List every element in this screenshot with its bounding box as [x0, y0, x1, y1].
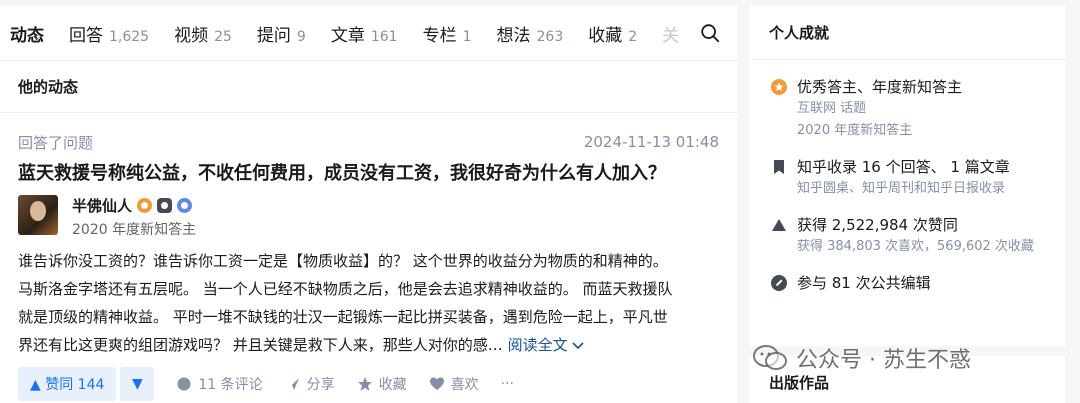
comment-icon: [177, 377, 191, 391]
tab-label: 想法: [496, 25, 531, 46]
achievement-main: 获得 2,522,984 次赞同: [797, 216, 958, 234]
share-label: 分享: [306, 377, 335, 393]
achievement-body: 获得 2,522,984 次赞同 获得 384,803 次喜欢，569,602 …: [797, 214, 1059, 258]
achievements-list: 优秀答主、年度新知答主 互联网 话题 2020 年度新知答主 知乎收录 16 个…: [749, 76, 1065, 294]
excerpt-last-line: 界还有比这更爽的组团游戏吗？ 并且关键是救下人来，那些人对你的感… 阅读全文: [18, 331, 723, 359]
excerpt-line: 就是顶级的精神收益。 平时一堆不缺钱的壮汉一起锻炼一起比拼买装备，遇到危险一起上…: [18, 308, 668, 326]
tab-label: 视频: [174, 25, 209, 46]
achievement-body: 知乎收录 16 个回答、 1 篇文章 知乎圆桌、知乎周刊和知乎日报收录: [797, 156, 1059, 200]
feed-action: 回答了问题: [18, 133, 94, 152]
tab-collections[interactable]: 收藏 2: [588, 21, 637, 46]
collect-label: 收藏: [378, 377, 407, 393]
achievement-main: 参与 81 次公共编辑: [797, 274, 931, 292]
heart-icon: [429, 377, 444, 390]
main-panel: 动态 回答 1,625 视频 25 提问 9 文章 161 专栏 1 想法 263 收藏 2 …: [0, 6, 737, 403]
share-button[interactable]: 分享: [285, 374, 335, 394]
shield-badge-icon[interactable]: [157, 197, 173, 213]
share-icon: [286, 378, 299, 390]
answer-excerpt[interactable]: 谁告诉你没工资的？谁告诉你工资一定是【物质收益】的？ 这个世界的收益分为物质的和…: [18, 247, 723, 359]
excerpt-line: 界还有比这更爽的组团游戏吗？ 并且关键是救下人来，那些人对你的感…: [18, 336, 503, 354]
feed-item: 回答了问题 2024-11-13 01:48 蓝天救援号称纯公益，不收任何费用，…: [0, 131, 737, 401]
tab-label: 提问: [256, 25, 291, 46]
tab-label: 动态: [10, 25, 44, 46]
achievement-main: 优秀答主、年度新知答主: [797, 78, 963, 96]
excellent-answerer-icon: [771, 79, 787, 95]
achievement-topic-link[interactable]: 互联网 话题: [797, 98, 1059, 120]
edit-icon: [771, 275, 787, 291]
like-button[interactable]: 喜欢: [429, 374, 479, 394]
achievement-item: 获得 2,522,984 次赞同 获得 384,803 次喜欢，569,602 …: [771, 214, 1065, 258]
verified-badge-icon[interactable]: [177, 197, 193, 213]
watermark: 公众号 · 苏生不惑: [752, 342, 971, 374]
tab-count: 2: [628, 28, 638, 45]
comments-button[interactable]: 11 条评论: [176, 374, 263, 394]
avatar[interactable]: [18, 195, 58, 235]
tab-label: 收藏: [588, 25, 623, 46]
search-icon[interactable]: [699, 22, 721, 44]
achievement-item: 优秀答主、年度新知答主 互联网 话题 2020 年度新知答主: [771, 76, 1065, 142]
tab-count: 9: [296, 28, 306, 45]
collect-button[interactable]: 收藏: [357, 374, 407, 394]
bookmark-icon: [774, 160, 784, 174]
tab-label: 关: [662, 25, 680, 46]
profile-tabs: 动态 回答 1,625 视频 25 提问 9 文章 161 专栏 1 想法 263 收藏 2 …: [0, 6, 737, 61]
wechat-icon: [753, 345, 787, 370]
achievement-sub: 获得 384,803 次喜欢，569,602 次收藏: [797, 239, 1034, 254]
achievement-body: 参与 81 次公共编辑: [797, 272, 1059, 294]
tab-thoughts[interactable]: 想法 263: [497, 21, 564, 46]
tab-videos[interactable]: 视频 25: [174, 21, 232, 46]
feed-time: 2024-11-13 01:48: [583, 133, 719, 151]
author-tag: 2020 年度新知答主: [72, 222, 197, 238]
tab-questions[interactable]: 提问 9: [257, 21, 306, 46]
upvote-button[interactable]: ▲ 赞同 144: [18, 367, 117, 401]
tab-activity[interactable]: 动态: [10, 21, 44, 46]
tab-columns[interactable]: 专栏 1: [423, 21, 472, 46]
author-name[interactable]: 半佛仙人: [72, 195, 132, 216]
achievements-card: 个人成就 优秀答主、年度新知答主 互联网 话题 2020 年度新知答主 知乎收录…: [749, 6, 1065, 346]
tab-articles[interactable]: 文章 161: [331, 21, 398, 46]
achievements-title: 个人成就: [749, 6, 1065, 60]
tab-answers[interactable]: 回答 1,625: [69, 21, 149, 46]
watermark-text: 公众号 · 苏生不惑: [796, 348, 971, 373]
tab-count: 1,625: [109, 28, 150, 45]
section-title: 他的动态: [0, 61, 737, 113]
achievement-main: 知乎收录 16 个回答、 1 篇文章: [797, 158, 1010, 176]
chevron-down-icon: [572, 342, 584, 350]
read-more-label: 阅读全文: [507, 336, 568, 354]
tab-count: 1: [462, 28, 472, 45]
excellent-answerer-badge-icon[interactable]: [137, 197, 153, 213]
achievement-sub: 知乎圆桌、知乎周刊和知乎日报收录: [797, 181, 1006, 196]
tab-following[interactable]: 关: [662, 21, 679, 46]
achievement-item: 知乎收录 16 个回答、 1 篇文章 知乎圆桌、知乎周刊和知乎日报收录: [771, 156, 1065, 200]
star-icon: [357, 377, 372, 391]
tab-label: 回答: [69, 25, 103, 46]
excerpt-line: 谁告诉你没工资的？谁告诉你工资一定是【物质收益】的？ 这个世界的收益分为物质的和…: [18, 252, 668, 270]
excerpt-line: 马斯洛金字塔还有五层呢。 当一个人已经不缺物质之后，他是会去追求精神收益的。 而…: [18, 280, 673, 298]
comments-label: 11 条评论: [198, 377, 263, 393]
downvote-button[interactable]: ▼: [120, 367, 155, 401]
tab-count: 25: [214, 28, 232, 45]
question-title[interactable]: 蓝天救援号称纯公益，不收任何费用，成员没有工资，我很好奇为什么有人加入？: [18, 161, 719, 187]
upvote-icon: [772, 219, 786, 231]
tab-label: 文章: [330, 25, 365, 46]
author-info: 半佛仙人 2020 年度新知答主: [72, 195, 196, 239]
author-name-row: 半佛仙人: [72, 195, 196, 215]
achievement-item: 参与 81 次公共编辑: [771, 272, 1065, 294]
tab-label: 专栏: [422, 25, 457, 46]
more-button[interactable]: ···: [501, 376, 514, 392]
author-block: 半佛仙人 2020 年度新知答主: [18, 195, 719, 239]
like-label: 喜欢: [450, 377, 479, 393]
tab-count: 263: [536, 28, 564, 45]
action-bar: ▲ 赞同 144 ▼ 11 条评论 分享 收藏 喜欢 ···: [18, 367, 719, 401]
read-more-link[interactable]: 阅读全文: [508, 336, 585, 354]
feed-meta: 回答了问题 2024-11-13 01:48: [18, 131, 719, 153]
tab-count: 161: [370, 28, 398, 45]
achievement-body: 优秀答主、年度新知答主 互联网 话题 2020 年度新知答主: [797, 76, 1059, 142]
achievement-sub: 2020 年度新知答主: [797, 123, 913, 138]
